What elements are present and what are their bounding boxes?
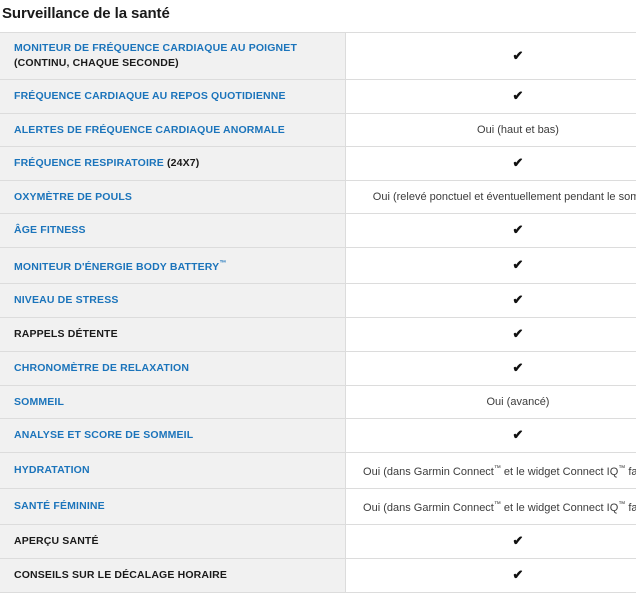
feature-label-cell: FRÉQUENCE CARDIAQUE AU REPOS QUOTIDIENNE — [0, 79, 346, 114]
check-icon: ✔ — [512, 567, 524, 582]
feature-label-cell: RAPPELS DÉTENTE — [0, 317, 346, 352]
feature-label-secondary: APERÇU SANTÉ — [14, 535, 99, 547]
table-row: APERÇU SANTÉ ✔ — [0, 524, 636, 559]
feature-value-cell: Oui (relevé ponctuel et éventuellement p… — [345, 180, 636, 214]
feature-label-cell: APERÇU SANTÉ — [0, 524, 346, 559]
feature-label-accent: NIVEAU DE STRESS — [14, 294, 119, 306]
feature-label-accent: SOMMEIL — [14, 395, 65, 408]
feature-label-cell: ÂGE FITNESS — [0, 213, 346, 248]
table-row: HYDRATATION Oui (dans Garmin Connect™ et … — [0, 452, 636, 489]
feature-label-accent: ANALYSE ET SCORE DE SOMMEIL — [14, 429, 194, 441]
check-icon: ✔ — [512, 222, 524, 237]
feature-value-cell: ✔ — [345, 146, 636, 181]
feature-label-secondary: CONSEILS SUR LE DÉCALAGE HORAIRE — [14, 569, 228, 581]
trademark-symbol: ™ — [493, 501, 501, 508]
feature-label-cell: CONSEILS SUR LE DÉCALAGE HORAIRE — [0, 558, 346, 593]
table-row: MONITEUR D'ÉNERGIE BODY BATTERY™ ✔ — [0, 247, 636, 284]
feature-label-accent: FRÉQUENCE CARDIAQUE AU REPOS QUOTIDIENNE — [14, 90, 286, 102]
feature-label-cell: MONITEUR D'ÉNERGIE BODY BATTERY™ — [0, 247, 346, 284]
table-row: CONSEILS SUR LE DÉCALAGE HORAIRE ✔ — [0, 558, 636, 593]
table-row: OXYMÈTRE DE POULS Oui (relevé ponctuel et… — [0, 180, 636, 214]
check-icon: ✔ — [512, 47, 524, 63]
feature-label-accent: OXYMÈTRE DE POULS — [14, 190, 133, 203]
check-icon: ✔ — [512, 427, 524, 442]
feature-value-cell: Oui (haut et bas) — [345, 113, 636, 147]
table-row: ÂGE FITNESS ✔ — [0, 213, 636, 248]
table-row: RAPPELS DÉTENTE ✔ — [0, 317, 636, 352]
feature-value-cell: Oui (dans Garmin Connect™ et le widget C… — [345, 452, 636, 489]
feature-label-accent: FRÉQUENCE RESPIRATOIRE — [14, 157, 164, 169]
feature-value-text: Oui (haut et bas) — [477, 124, 559, 136]
feature-value-cell: ✔ — [345, 79, 636, 114]
table-row: MONITEUR DE FRÉQUENCE CARDIAQUE AU POIGN… — [0, 32, 636, 80]
feature-value-cell: ✔ — [345, 283, 636, 318]
feature-label-cell: SOMMEIL — [0, 385, 346, 419]
table-row: ANALYSE ET SCORE DE SOMMEIL ✔ — [0, 418, 636, 453]
feature-value-cell: ✔ — [345, 351, 636, 386]
feature-label-secondary: RAPPELS DÉTENTE — [14, 328, 118, 340]
feature-value-cell: Oui (dans Garmin Connect™ et le widget C… — [345, 488, 636, 525]
feature-label-secondary: (CONTINU, CHAQUE SECONDE) — [14, 57, 179, 69]
trademark-symbol: ™ — [493, 465, 501, 472]
table-row: ALERTES DE FRÉQUENCE CARDIAQUE ANORMALE O… — [0, 113, 636, 147]
page-title: Surveillance de la santé — [2, 5, 170, 22]
feature-value-cell: ✔ — [345, 317, 636, 352]
trademark-symbol: ™ — [618, 501, 626, 508]
feature-label-cell: HYDRATATION — [0, 452, 346, 489]
feature-label-cell: FRÉQUENCE RESPIRATOIRE (24X7) — [0, 146, 346, 181]
table-row: NIVEAU DE STRESS ✔ — [0, 283, 636, 318]
table-row: SOMMEIL Oui (avancé) — [0, 385, 636, 419]
feature-value-cell: ✔ — [345, 247, 636, 284]
feature-value-cell: ✔ — [345, 524, 636, 559]
feature-value-cell: Oui (avancé) — [345, 385, 636, 419]
spec-table-body: MONITEUR DE FRÉQUENCE CARDIAQUE AU POIGN… — [0, 32, 636, 593]
feature-value-cell: ✔ — [345, 558, 636, 593]
feature-label-cell: SANTÉ FÉMININE — [0, 488, 346, 525]
feature-label-cell: MONITEUR DE FRÉQUENCE CARDIAQUE AU POIGN… — [0, 32, 346, 80]
trademark-symbol: ™ — [618, 465, 626, 472]
check-icon: ✔ — [512, 326, 524, 341]
feature-value-text: Oui (dans Garmin Connect™ et le widget C… — [363, 465, 636, 478]
feature-label-accent: ÂGE FITNESS — [14, 224, 86, 236]
feature-value-cell: ✔ — [345, 32, 636, 80]
feature-label-cell: OXYMÈTRE DE POULS — [0, 180, 346, 214]
table-row: FRÉQUENCE RESPIRATOIRE (24X7) ✔ — [0, 146, 636, 181]
feature-value-text: Oui (avancé) — [486, 396, 550, 408]
feature-label-secondary: (24X7) — [167, 157, 200, 169]
table-row: CHRONOMÈTRE DE RELAXATION ✔ — [0, 351, 636, 386]
feature-value-text: Oui (dans Garmin Connect™ et le widget C… — [363, 501, 636, 514]
feature-label-accent: HYDRATATION — [14, 464, 90, 476]
feature-value-cell: ✔ — [345, 213, 636, 248]
feature-label-accent: MONITEUR DE FRÉQUENCE CARDIAQUE AU POIGN… — [14, 42, 298, 54]
feature-value-cell: ✔ — [345, 418, 636, 453]
feature-label-cell: ANALYSE ET SCORE DE SOMMEIL — [0, 418, 346, 453]
feature-label-accent: MONITEUR D'ÉNERGIE BODY BATTERY™ — [14, 260, 227, 273]
feature-label-accent: ALERTES DE FRÉQUENCE CARDIAQUE ANORMALE — [14, 123, 285, 136]
feature-label-cell: CHRONOMÈTRE DE RELAXATION — [0, 351, 346, 386]
table-row: FRÉQUENCE CARDIAQUE AU REPOS QUOTIDIENNE… — [0, 79, 636, 114]
check-icon: ✔ — [512, 360, 524, 375]
check-icon: ✔ — [512, 533, 524, 548]
feature-label-cell: NIVEAU DE STRESS — [0, 283, 346, 318]
check-icon: ✔ — [512, 257, 524, 272]
trademark-symbol: ™ — [219, 260, 227, 267]
feature-label-accent: SANTÉ FÉMININE — [14, 500, 105, 512]
check-icon: ✔ — [512, 88, 524, 103]
feature-label-accent: CHRONOMÈTRE DE RELAXATION — [14, 362, 190, 374]
table-row: SANTÉ FÉMININE Oui (dans Garmin Connect™ … — [0, 488, 636, 525]
check-icon: ✔ — [512, 155, 524, 170]
feature-label-cell: ALERTES DE FRÉQUENCE CARDIAQUE ANORMALE — [0, 113, 346, 147]
health-monitoring-spec-table: MONITEUR DE FRÉQUENCE CARDIAQUE AU POIGN… — [0, 32, 636, 593]
check-icon: ✔ — [512, 292, 524, 307]
feature-value-text: Oui (relevé ponctuel et éventuellement p… — [372, 191, 636, 203]
